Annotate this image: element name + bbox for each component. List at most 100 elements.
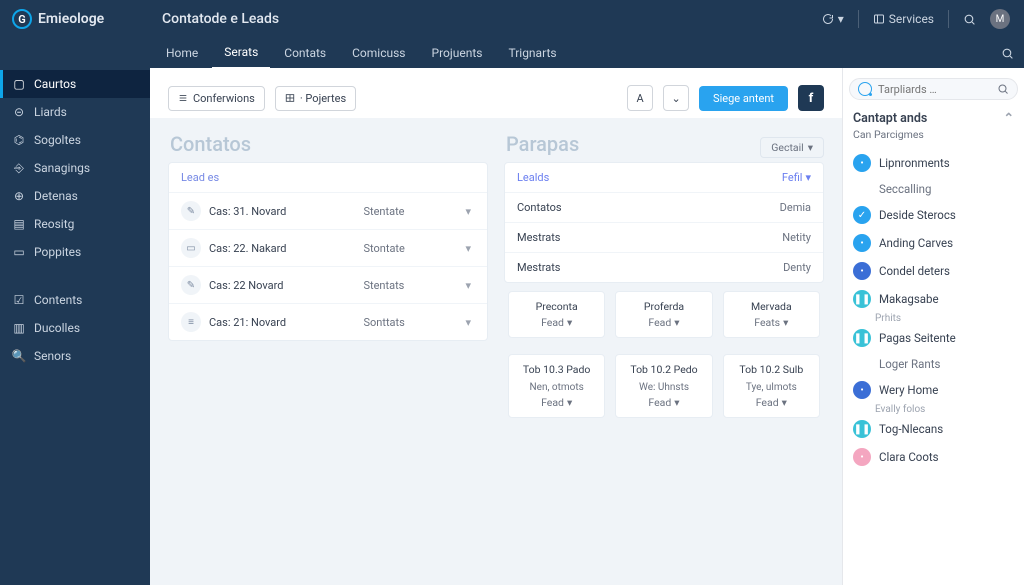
right-panel: Cantapt ands ⌃ Can Parcigmes •Lipnronmen… [842, 68, 1024, 585]
refresh-dropdown[interactable]: ▾ [822, 12, 844, 26]
sidebar-item-poppites[interactable]: ▭Poppites [0, 238, 150, 266]
sidebar-label: Sanagings [34, 161, 90, 175]
row-icon: ▭ [181, 238, 201, 258]
sidebar-item-liards[interactable]: ⊝Liards [0, 98, 150, 126]
stage-button[interactable]: Siege antent [699, 86, 788, 111]
col2-head-action[interactable]: Fefil ▾ [782, 171, 811, 184]
tab-search[interactable] [1001, 47, 1014, 60]
sidebar-item-sogoltes[interactable]: ⌬Sogoltes [0, 126, 150, 154]
chevron-down-icon: ▾ [674, 396, 679, 409]
rp-item[interactable]: Seccalling [849, 177, 1018, 201]
col1-title: Contatos [168, 130, 488, 162]
stat-card[interactable]: Tob 10.2 Sulb Tye, ulmots Fead▾ [723, 354, 820, 418]
sidebar-icon: ⊝ [12, 105, 26, 119]
tab-trignarts[interactable]: Trignarts [496, 38, 568, 68]
card-sub[interactable]: Fead▾ [515, 396, 598, 409]
rp-item[interactable]: •Wery Home [849, 376, 1018, 404]
chevron-down-icon: ▾ [674, 316, 679, 329]
stat-card[interactable]: ProferdaFead▾ [615, 291, 712, 338]
sidebar-icon: ▢ [12, 77, 26, 91]
stat-card[interactable]: MervadaFeats▾ [723, 291, 820, 338]
facebook-button[interactable]: f [798, 85, 824, 111]
sidebar-item-senors[interactable]: 🔍Senors [0, 342, 150, 370]
conversions-button[interactable]: Conferwions [168, 86, 265, 111]
tab-contats[interactable]: Contats [272, 38, 338, 68]
sidebar-item-caurtos[interactable]: ▢Caurtos [0, 70, 150, 98]
font-button[interactable]: A [627, 85, 653, 111]
card-sub[interactable]: Fead▾ [515, 316, 598, 329]
right-search-input[interactable] [878, 83, 991, 96]
tab-projuents[interactable]: Projuents [420, 38, 495, 68]
row-name: Cas: 31. Novard [209, 205, 355, 218]
card-sub[interactable]: Fead▾ [622, 316, 705, 329]
sidebar-label: Ducolles [34, 321, 80, 335]
lead-row[interactable]: ≡ Cas: 21: Novard Sonttats ▾ [169, 304, 487, 340]
lead-row[interactable]: ✎Cas: 22 NovardStentats▾ [169, 267, 487, 304]
rp-item[interactable]: •Clara Coots [849, 443, 1018, 471]
stat-card[interactable]: PrecontaFead▾ [508, 291, 605, 338]
col1-head[interactable]: Lead es [169, 163, 487, 193]
card-mid: Tye, ulmots [730, 382, 813, 393]
rp-label: Clara Coots [879, 450, 939, 464]
row-val: Denty [783, 261, 811, 274]
row-status: Stentats [363, 279, 453, 292]
sidebar-item-ducolles[interactable]: ▥Ducolles [0, 314, 150, 342]
services-link[interactable]: Services [873, 12, 934, 26]
sidebar-item-contents[interactable]: ☑Contents [0, 286, 150, 314]
avatar[interactable]: M [990, 9, 1010, 29]
sidebar-item-sanagings[interactable]: ⎆Sanagings [0, 154, 150, 182]
row-status: Sonttats [363, 316, 453, 329]
right-search[interactable] [849, 78, 1018, 100]
tab-comicuss[interactable]: Comicuss [340, 38, 417, 68]
card-sub[interactable]: Fead▾ [622, 396, 705, 409]
rp-label: Tog-Nlecans [879, 422, 943, 436]
tab-home[interactable]: Home [154, 38, 210, 68]
row-dropdown[interactable]: ▾ [461, 242, 475, 255]
row-dropdown[interactable]: ▾ [461, 316, 475, 329]
lead-row[interactable]: ✎Cas: 31. NovardStentate▾ [169, 193, 487, 230]
sidebar-label: Sogoltes [34, 133, 81, 147]
chevron-down-icon: ▾ [567, 316, 572, 329]
rp-item[interactable]: •Condel deters [849, 257, 1018, 285]
col2-head[interactable]: Lealds Fefil ▾ [505, 163, 823, 193]
row-dropdown[interactable]: ▾ [461, 279, 475, 292]
stat-card[interactable]: Tob 10.3 PadoNen, otmotsFead▾ [508, 354, 605, 418]
rp-item[interactable]: ✓Deside Sterocs [849, 201, 1018, 229]
card-top: Tob 10.2 Sulb [730, 363, 813, 376]
status-badge: • [853, 381, 871, 399]
tab-serats[interactable]: Serats [212, 38, 270, 69]
stat-card[interactable]: Tob 10.2 PedoWe: UhnstsFead▾ [615, 354, 712, 418]
rp-item[interactable]: ❚❚Makagsabe [849, 285, 1018, 313]
status-badge: ✓ [853, 206, 871, 224]
card-sub[interactable]: Feats▾ [730, 316, 813, 329]
rp-label: Pagas Seitente [879, 331, 956, 345]
row-icon: ≡ [181, 312, 201, 332]
page-title: Contatode e Leads [150, 11, 279, 27]
row-status: Stontate [363, 242, 453, 255]
rp-sublabel: Prhits [875, 313, 1018, 324]
rp-item[interactable]: •Lipnronments [849, 149, 1018, 177]
rp-item[interactable]: ❚❚Tog-Nlecans [849, 415, 1018, 443]
rp-item[interactable]: •Anding Carves [849, 229, 1018, 257]
rp-item[interactable]: ❚❚Pagas Seitente [849, 324, 1018, 352]
rp-label: Lipnronments [879, 156, 950, 170]
sidebar-item-reositg[interactable]: ▤Reositg [0, 210, 150, 238]
brand[interactable]: G Emieologe [0, 0, 150, 38]
lead-row[interactable]: ▭Cas: 22. NakardStontate▾ [169, 230, 487, 267]
rp-label: Anding Carves [879, 236, 953, 250]
card-sub[interactable]: Fead▾ [730, 396, 813, 409]
search-icon[interactable] [997, 83, 1009, 95]
font-dropdown[interactable]: ⌄ [663, 85, 689, 111]
conversions-label: Conferwions [193, 92, 255, 105]
projects-button[interactable]: · Pojertes [275, 86, 356, 111]
sidebar-item-detenas[interactable]: ⊕Detenas [0, 182, 150, 210]
row-dropdown[interactable]: ▾ [461, 205, 475, 218]
row-name: Cas: 21: Novard [209, 316, 355, 329]
header-search[interactable] [963, 13, 976, 26]
toolbar: Conferwions · Pojertes A ⌄ Siege antent … [150, 68, 842, 118]
sidebar-label: Poppites [34, 245, 81, 259]
content-area: Contatos Lead es ✎Cas: 31. NovardStentat… [150, 118, 842, 585]
right-panel-title[interactable]: Cantapt ands ⌃ [853, 110, 1014, 126]
detail-dropdown[interactable]: Gectail ▾ [760, 137, 824, 158]
rp-item[interactable]: Loger Rants [849, 352, 1018, 376]
